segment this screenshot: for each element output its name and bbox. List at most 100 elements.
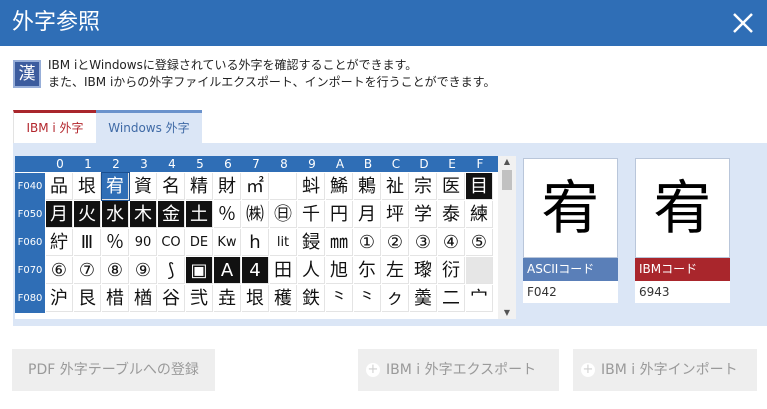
- gaiji-cell[interactable]: 垠: [242, 285, 269, 312]
- gaiji-cell[interactable]: CO: [158, 229, 185, 256]
- tab-ibmi-gaiji[interactable]: IBM i 外字: [13, 110, 96, 143]
- gaiji-cell[interactable]: 尓: [354, 257, 381, 284]
- gaiji-cell[interactable]: 資: [130, 173, 157, 200]
- gaiji-cell[interactable]: 90: [130, 229, 157, 256]
- scroll-thumb[interactable]: [502, 170, 512, 190]
- gaiji-cell[interactable]: 土: [186, 201, 213, 228]
- column-header: B: [363, 157, 373, 171]
- row-header: F060: [15, 229, 45, 257]
- gaiji-cell[interactable]: 楢: [130, 285, 157, 312]
- gaiji-cell[interactable]: ⺀: [326, 285, 353, 312]
- gaiji-cell[interactable]: 穫: [270, 285, 297, 312]
- column-header: C: [391, 157, 401, 171]
- ascii-glyph: 宥: [541, 174, 600, 242]
- gaiji-cell[interactable]: 人: [298, 257, 325, 284]
- gaiji-cell[interactable]: 沪: [46, 285, 73, 312]
- gaiji-cell[interactable]: 棤: [102, 285, 129, 312]
- gaiji-cell[interactable]: 垚: [214, 285, 241, 312]
- scroll-down-arrow-icon[interactable]: ▼: [498, 307, 516, 319]
- plus-circle-icon: +: [581, 362, 595, 377]
- gaiji-cell[interactable]: 瓈: [410, 257, 437, 284]
- gaiji-cell[interactable]: ⑧: [102, 257, 129, 284]
- gaiji-cell[interactable]: 羮: [410, 285, 437, 312]
- gaiji-cell[interactable]: 千: [298, 201, 325, 228]
- gaiji-cell[interactable]: 円: [326, 201, 353, 228]
- gaiji-cell[interactable]: 目: [466, 173, 493, 200]
- gaiji-cell[interactable]: 左: [382, 257, 409, 284]
- gaiji-cell[interactable]: 谷: [158, 285, 185, 312]
- gaiji-cell[interactable]: 艮: [74, 285, 101, 312]
- gaiji-cell[interactable]: ㈱: [242, 201, 269, 228]
- gaiji-cell[interactable]: ㊐: [270, 201, 297, 228]
- gaiji-cell[interactable]: 鯑: [326, 173, 353, 200]
- ibmi-export-label: IBM i 外字エクスポート: [386, 362, 537, 378]
- gaiji-cell[interactable]: 鋟: [298, 229, 325, 256]
- gaiji-cell[interactable]: 泰: [438, 201, 465, 228]
- gaiji-cell[interactable]: DE: [186, 229, 213, 256]
- gaiji-cell[interactable]: 垠: [74, 173, 101, 200]
- gaiji-cell[interactable]: 鉄: [298, 285, 325, 312]
- gaiji-cell[interactable]: ⑥: [46, 257, 73, 284]
- gaiji-cell[interactable]: 火: [74, 201, 101, 228]
- gaiji-cell[interactable]: ②: [382, 229, 409, 256]
- gaiji-cell[interactable]: ①: [354, 229, 381, 256]
- ibmi-import-button[interactable]: + IBM i 外字インポート: [573, 349, 757, 391]
- gaiji-cell[interactable]: 財: [214, 173, 241, 200]
- gaiji-cell[interactable]: 旭: [326, 257, 353, 284]
- gaiji-cell[interactable]: 月: [354, 201, 381, 228]
- gaiji-cell[interactable]: ㇰ: [382, 285, 409, 312]
- ascii-code-value: F042: [523, 281, 618, 303]
- gaiji-cell[interactable]: lit: [270, 229, 297, 256]
- gaiji-cell[interactable]: 品: [46, 173, 73, 200]
- pdf-register-button[interactable]: PDF 外字テーブルへの登録: [12, 349, 215, 391]
- gaiji-cell[interactable]: [466, 257, 493, 284]
- gaiji-cell[interactable]: 医: [438, 173, 465, 200]
- gaiji-cell[interactable]: 学: [410, 201, 437, 228]
- gaiji-cell[interactable]: 紵: [46, 229, 73, 256]
- tab-panel: 0123456789ABCDEF F040 品垠宥資名精財㎡蚪鯑鶇祉宗医目 F050…: [13, 143, 767, 326]
- gaiji-cell[interactable]: 祉: [382, 173, 409, 200]
- gaiji-cell[interactable]: 蚪: [298, 173, 325, 200]
- gaiji-cell[interactable]: 鶇: [354, 173, 381, 200]
- gaiji-cell[interactable]: ㎡: [242, 173, 269, 200]
- gaiji-cell[interactable]: 水: [102, 201, 129, 228]
- ascii-code-label: ASCIIコード: [523, 258, 618, 281]
- gaiji-cell[interactable]: 月: [46, 201, 73, 228]
- gaiji-cell[interactable]: 精: [186, 173, 213, 200]
- gaiji-cell[interactable]: ⑨: [130, 257, 157, 284]
- gaiji-cell[interactable]: [270, 173, 297, 200]
- gaiji-cell[interactable]: A: [214, 257, 241, 284]
- gaiji-cell[interactable]: 田: [270, 257, 297, 284]
- gaiji-cell[interactable]: h: [242, 229, 269, 256]
- gaiji-cell[interactable]: 宥: [101, 172, 130, 201]
- gaiji-cell[interactable]: ㎜: [326, 229, 353, 256]
- gaiji-cell[interactable]: ▣: [186, 257, 213, 284]
- gaiji-cell[interactable]: 名: [158, 173, 185, 200]
- grid-scrollbar[interactable]: ▲ ▼: [498, 156, 516, 319]
- gaiji-cell[interactable]: 練: [466, 201, 493, 228]
- gaiji-cell[interactable]: Kw: [214, 229, 241, 256]
- close-button[interactable]: [727, 7, 759, 39]
- gaiji-cell[interactable]: 4: [242, 257, 269, 284]
- gaiji-cell[interactable]: Ⅲ: [74, 229, 101, 256]
- gaiji-cell[interactable]: ③: [410, 229, 437, 256]
- gaiji-cell[interactable]: 木: [130, 201, 157, 228]
- scroll-up-arrow-icon[interactable]: ▲: [498, 156, 516, 168]
- gaiji-cell[interactable]: ④: [438, 229, 465, 256]
- gaiji-cell[interactable]: 坪: [382, 201, 409, 228]
- gaiji-cell[interactable]: ⟆: [158, 257, 185, 284]
- gaiji-cell[interactable]: ％: [102, 229, 129, 256]
- gaiji-cell[interactable]: 衍: [438, 257, 465, 284]
- column-header: 6: [224, 157, 232, 171]
- gaiji-cell[interactable]: 宀: [466, 285, 493, 312]
- gaiji-cell[interactable]: 二: [438, 285, 465, 312]
- gaiji-cell[interactable]: 金: [158, 201, 185, 228]
- gaiji-cell[interactable]: 弐: [186, 285, 213, 312]
- tab-windows-gaiji[interactable]: Windows 外字: [96, 110, 202, 143]
- ibmi-export-button[interactable]: + IBM i 外字エクスポート: [358, 349, 559, 391]
- gaiji-cell[interactable]: ⺀: [354, 285, 381, 312]
- gaiji-cell[interactable]: 宗: [410, 173, 437, 200]
- gaiji-cell[interactable]: ⑤: [466, 229, 493, 256]
- gaiji-cell[interactable]: ％: [214, 201, 241, 228]
- gaiji-cell[interactable]: ⑦: [74, 257, 101, 284]
